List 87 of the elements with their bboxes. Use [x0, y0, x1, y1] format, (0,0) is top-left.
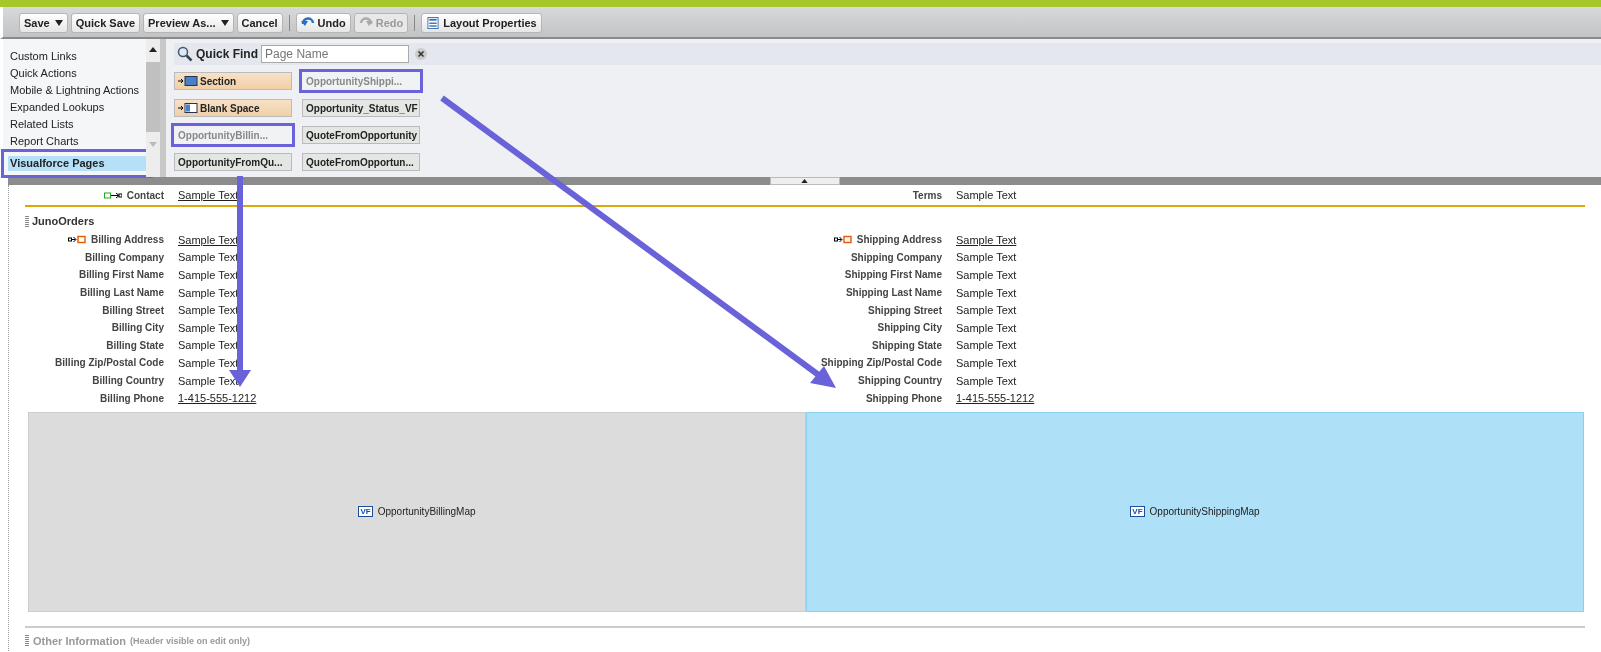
- field-label: Billing City: [111, 322, 164, 334]
- field-value: Sample Text: [178, 233, 239, 246]
- field-value: 1-415-555-1212: [178, 392, 257, 405]
- category-item[interactable]: Report Charts: [8, 134, 146, 149]
- section-title: Other Information: [33, 634, 126, 647]
- field-value: Sample Text: [178, 189, 239, 201]
- palette-item[interactable]: Opportunity_Status_VF: [302, 99, 420, 117]
- field-label: Billing First Name: [79, 269, 164, 281]
- field-value: Sample Text: [178, 356, 239, 369]
- field-label: Shipping City: [877, 322, 942, 334]
- visualforce-page-name: OpportunityBillingMap: [377, 506, 476, 518]
- blank-space-icon: [178, 103, 198, 113]
- caret-icon: [220, 20, 229, 26]
- field-label: Shipping First Name: [844, 269, 942, 281]
- field-label: Shipping Company: [850, 251, 942, 263]
- field-label: Billing Street: [102, 304, 164, 316]
- search-field[interactable]: Page Name: [261, 45, 409, 63]
- toolbar-button[interactable]: Layout Properties: [421, 13, 542, 33]
- category-item[interactable]: Related Lists: [8, 117, 146, 132]
- visualforce-block[interactable]: VF OpportunityBillingMap: [28, 411, 806, 612]
- field-value: Sample Text: [956, 321, 1017, 334]
- palette-item[interactable]: QuoteFromOpportunity: [302, 126, 420, 144]
- field-label: Billing Phone: [100, 392, 164, 404]
- section-icon: [178, 76, 198, 86]
- toolbar-button[interactable]: Cancel: [236, 13, 283, 33]
- field-label: Billing State: [106, 339, 164, 351]
- field-label: Contact: [126, 189, 164, 201]
- clear-icon[interactable]: [415, 48, 427, 60]
- quick-find-label: Quick Find: [196, 47, 258, 61]
- field-label: Billing Address: [91, 234, 164, 246]
- field-label: Shipping Street: [868, 304, 942, 316]
- field-value: Sample Text: [178, 339, 239, 352]
- field-value: Sample Text: [178, 286, 239, 299]
- toolbar-button[interactable]: Preview As...: [143, 13, 234, 33]
- field-label: Terms: [912, 189, 942, 201]
- toolbar-button[interactable]: Undo: [295, 13, 351, 33]
- field-value: Sample Text: [956, 374, 1017, 387]
- field-value: Sample Text: [178, 304, 239, 317]
- field-value: Sample Text: [956, 304, 1017, 317]
- palette-item[interactable]: Section: [174, 72, 292, 90]
- visualforce-block[interactable]: VF OpportunityShippingMap: [806, 411, 1584, 612]
- field-value: Sample Text: [178, 321, 239, 334]
- field-label: Shipping Phone: [865, 392, 942, 404]
- section-title: JunoOrders: [32, 215, 95, 227]
- field-value: Sample Text: [956, 339, 1017, 352]
- field-label: Billing Company: [85, 251, 164, 263]
- category-item[interactable]: Quick Actions: [8, 66, 146, 81]
- field-value: Sample Text: [956, 356, 1017, 369]
- visualforce-badge: VF: [358, 506, 373, 518]
- scrollbar[interactable]: [146, 39, 160, 177]
- toolbar-button[interactable]: Save: [19, 13, 68, 33]
- field-label: Billing Country: [92, 375, 164, 387]
- required-field-icon: [68, 235, 86, 245]
- section-note: (Header visible on edit only): [129, 635, 250, 646]
- field-value: Sample Text: [956, 251, 1017, 264]
- collapse-handle[interactable]: [769, 177, 840, 185]
- palette-item[interactable]: QuoteFromOpportun...: [302, 153, 420, 171]
- category-item[interactable]: Mobile & Lightning Actions: [8, 83, 146, 98]
- field-value: Sample Text: [956, 189, 1017, 201]
- field-label: Shipping Zip/Postal Code: [820, 357, 942, 369]
- field-label: Shipping Address: [856, 234, 942, 246]
- field-value: Sample Text: [956, 269, 1017, 281]
- lookup-icon: [103, 190, 122, 200]
- drag-handle-icon[interactable]: [25, 215, 29, 227]
- field-value: 1-415-555-1212: [956, 392, 1035, 405]
- field-value: Sample Text: [178, 251, 239, 264]
- scroll-up-icon[interactable]: [149, 47, 157, 52]
- field-label: Shipping State: [872, 339, 942, 351]
- palette-item[interactable]: Blank Space: [174, 99, 292, 117]
- field-value: Sample Text: [956, 233, 1017, 246]
- field-value: Sample Text: [956, 286, 1017, 299]
- category-item[interactable]: Expanded Lookups: [8, 100, 146, 115]
- search-icon: [177, 46, 193, 62]
- visualforce-page-name: OpportunityShippingMap: [1149, 506, 1260, 518]
- layout-icon: [426, 17, 441, 29]
- field-label: Shipping Country: [858, 375, 942, 387]
- palette-item[interactable]: OpportunityFromQu...: [174, 153, 292, 171]
- drag-handle-icon[interactable]: [25, 635, 29, 647]
- visualforce-badge: VF: [1130, 506, 1145, 518]
- field-label: Billing Zip/Postal Code: [55, 357, 164, 369]
- toolbar-button[interactable]: Quick Save: [70, 13, 141, 33]
- caret-icon: [54, 20, 63, 26]
- field-value: Sample Text: [178, 269, 239, 281]
- field-label: Shipping Last Name: [845, 287, 942, 299]
- category-item[interactable]: Custom Links: [8, 49, 146, 64]
- field-label: Billing Last Name: [80, 287, 164, 299]
- required-field-icon: [833, 235, 852, 245]
